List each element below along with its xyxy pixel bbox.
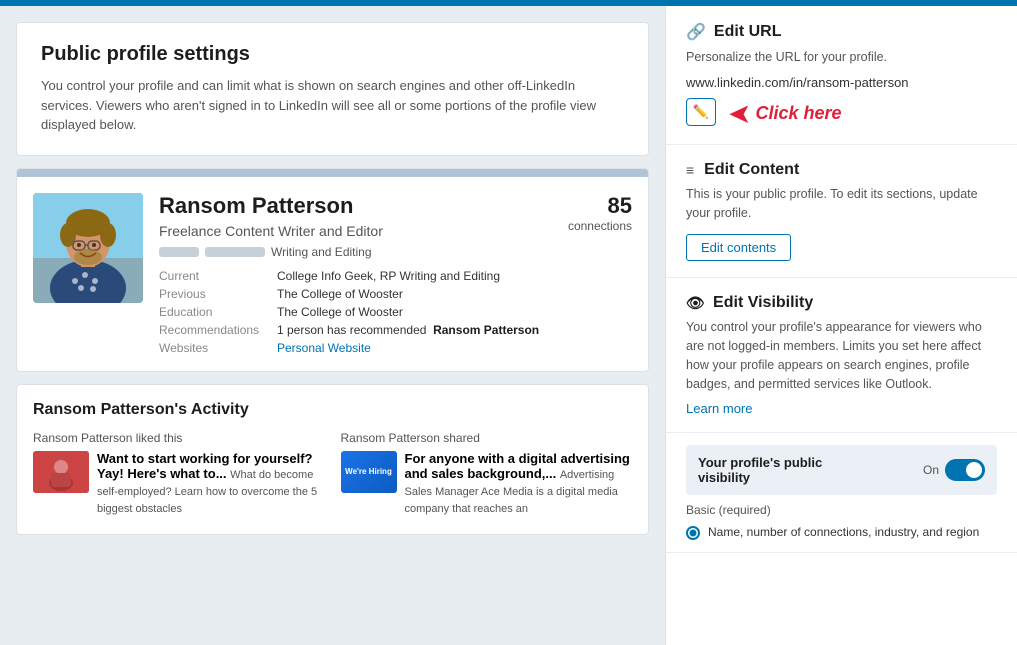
left-panel: Public profile settings You control your… bbox=[0, 6, 665, 645]
url-text: www.linkedin.com/in/ransom-patterson bbox=[686, 75, 997, 90]
activity-columns: Ransom Patterson liked this Want to st bbox=[33, 431, 632, 518]
toggle-row: On bbox=[923, 459, 985, 481]
profile-name: Ransom Patterson bbox=[159, 193, 383, 219]
radio-item-name: Name, number of connections, industry, a… bbox=[686, 525, 997, 540]
activity-thumb-text-2: We're Hiring bbox=[345, 467, 392, 476]
education-value: The College of Wooster bbox=[277, 305, 632, 319]
chain-icon: 🔗 bbox=[686, 22, 706, 42]
edit-content-title: Edit Content bbox=[704, 161, 799, 179]
activity-item-2: We're Hiring For anyone with a digital a… bbox=[341, 451, 633, 518]
visibility-toggle[interactable] bbox=[945, 459, 985, 481]
settings-card: Public profile settings You control your… bbox=[16, 22, 649, 156]
learn-more-link[interactable]: Learn more bbox=[686, 401, 752, 416]
avatar bbox=[33, 193, 143, 303]
edit-url-description: Personalize the URL for your profile. bbox=[686, 48, 997, 67]
activity-col-2: Ransom Patterson shared We're Hiring For… bbox=[341, 431, 633, 518]
bars-icon: ≡ bbox=[686, 162, 694, 178]
settings-title: Public profile settings bbox=[41, 43, 624, 66]
settings-description: You control your profile and can limit w… bbox=[41, 76, 624, 135]
edit-url-title-row: 🔗 Edit URL bbox=[686, 22, 997, 42]
skills-text: Writing and Editing bbox=[271, 245, 372, 259]
current-value: College Info Geek, RP Writing and Editin… bbox=[277, 269, 632, 283]
edit-visibility-section: 👁 Edit Visibility You control your profi… bbox=[666, 278, 1017, 433]
connections-count: 85 connections bbox=[568, 193, 632, 233]
eye-icon: 👁 bbox=[686, 294, 705, 312]
profile-job-title: Freelance Content Writer and Editor bbox=[159, 223, 383, 239]
activity-item-1: Want to start working for yourself? Yay!… bbox=[33, 451, 325, 518]
edit-content-section: ≡ Edit Content This is your public profi… bbox=[666, 145, 1017, 279]
radio-dot-name[interactable] bbox=[686, 526, 700, 540]
edit-url-action-row: ✏️ ➤ Click here bbox=[686, 96, 997, 128]
profile-info: Ransom Patterson Freelance Content Write… bbox=[159, 193, 632, 355]
edit-content-description: This is your public profile. To edit its… bbox=[686, 185, 997, 223]
profile-header-bar bbox=[17, 169, 648, 177]
activity-by-1: Ransom Patterson liked this bbox=[33, 431, 325, 445]
skill-pill-2 bbox=[205, 247, 265, 257]
edit-contents-button[interactable]: Edit contents bbox=[686, 234, 791, 261]
click-here-annotation: ➤ Click here bbox=[728, 100, 842, 128]
profile-card: Ransom Patterson Freelance Content Write… bbox=[16, 168, 649, 372]
skill-pill-1 bbox=[159, 247, 199, 257]
recommendations-text: 1 person has recommended bbox=[277, 323, 426, 337]
basic-required-label: Basic (required) bbox=[686, 503, 997, 517]
edit-url-button[interactable]: ✏️ bbox=[686, 98, 716, 126]
activity-col-1: Ransom Patterson liked this Want to st bbox=[33, 431, 325, 518]
current-label: Current bbox=[159, 269, 269, 283]
main-container: Public profile settings You control your… bbox=[0, 6, 1017, 645]
activity-thumb-2: We're Hiring bbox=[341, 451, 397, 493]
previous-label: Previous bbox=[159, 287, 269, 301]
recommendations-label: Recommendations bbox=[159, 323, 269, 337]
red-arrow-icon: ➤ bbox=[728, 100, 751, 128]
websites-value[interactable]: Personal Website bbox=[277, 341, 632, 355]
activity-by-2: Ransom Patterson shared bbox=[341, 431, 633, 445]
click-here-label: Click here bbox=[755, 103, 841, 124]
toggle-on-label: On bbox=[923, 463, 939, 477]
connections-label: connections bbox=[568, 219, 632, 233]
visibility-toggle-row: Your profile's public visibility On bbox=[686, 445, 997, 495]
profile-details: Current College Info Geek, RP Writing an… bbox=[159, 269, 632, 355]
connections-number: 85 bbox=[568, 193, 632, 219]
visibility-label: Your profile's public visibility bbox=[698, 455, 858, 485]
activity-text-2: For anyone with a digital advertising an… bbox=[405, 451, 633, 518]
edit-visibility-description: You control your profile's appearance fo… bbox=[686, 318, 997, 393]
activity-text-1: Want to start working for yourself? Yay!… bbox=[97, 451, 325, 518]
activity-card: Ransom Patterson's Activity Ransom Patte… bbox=[16, 384, 649, 535]
public-visibility-section: Your profile's public visibility On Basi… bbox=[666, 433, 1017, 553]
profile-skills: Writing and Editing bbox=[159, 245, 383, 259]
edit-content-title-row: ≡ Edit Content bbox=[686, 161, 997, 179]
edit-url-section: 🔗 Edit URL Personalize the URL for your … bbox=[666, 6, 1017, 145]
profile-body: Ransom Patterson Freelance Content Write… bbox=[17, 177, 648, 371]
edit-visibility-title: Edit Visibility bbox=[713, 294, 813, 312]
right-panel: 🔗 Edit URL Personalize the URL for your … bbox=[665, 6, 1017, 645]
pencil-icon: ✏️ bbox=[693, 104, 709, 120]
previous-value: The College of Wooster bbox=[277, 287, 632, 301]
edit-visibility-title-row: 👁 Edit Visibility bbox=[686, 294, 997, 312]
recommendations-value: 1 person has recommended Ransom Patterso… bbox=[277, 323, 632, 337]
recommendations-name: Ransom Patterson bbox=[433, 323, 539, 337]
profile-name-row: Ransom Patterson Freelance Content Write… bbox=[159, 193, 632, 269]
activity-thumb-1 bbox=[33, 451, 89, 493]
radio-item-name-text: Name, number of connections, industry, a… bbox=[708, 525, 979, 539]
edit-url-title: Edit URL bbox=[714, 23, 782, 41]
websites-label: Websites bbox=[159, 341, 269, 355]
activity-title: Ransom Patterson's Activity bbox=[33, 401, 632, 419]
education-label: Education bbox=[159, 305, 269, 319]
